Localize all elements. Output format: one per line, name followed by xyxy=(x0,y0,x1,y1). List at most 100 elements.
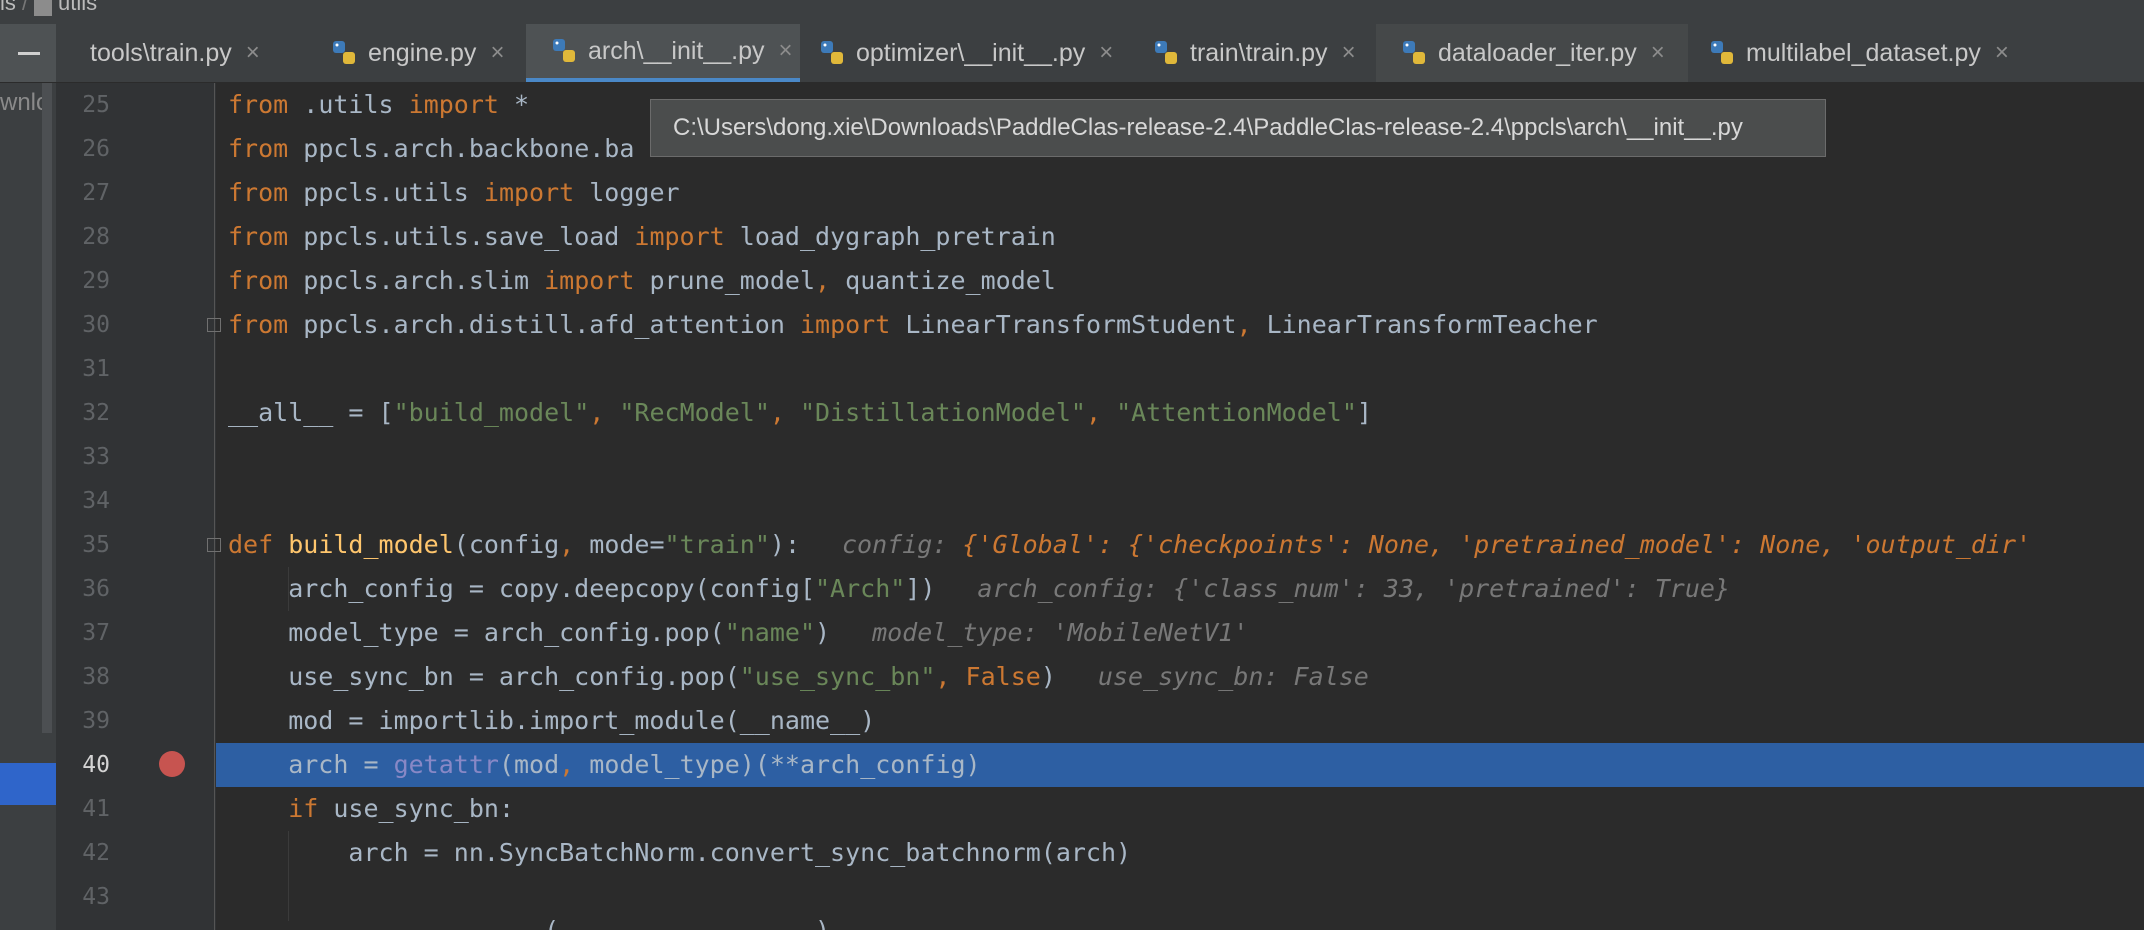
code-text: __all__ = [ xyxy=(228,398,394,427)
line-number: 31 xyxy=(82,356,110,382)
code-line-25[interactable]: from .utils import * xyxy=(228,83,529,127)
python-file-icon xyxy=(1711,41,1733,64)
keyword: import xyxy=(634,222,725,251)
collapse-panel-button[interactable] xyxy=(0,24,56,82)
close-icon[interactable]: × xyxy=(1651,39,1665,67)
keyword: from xyxy=(228,178,289,207)
editor-tab-bar: tools\train.py × engine.py × arch\__init… xyxy=(0,24,2144,83)
string: "DistillationModel" xyxy=(799,398,1086,427)
code-text: ppcls.arch.distill.afd_attention xyxy=(288,310,800,339)
code-text: quantize_model xyxy=(830,266,1056,295)
line-number: 33 xyxy=(82,444,110,470)
tab-train-train[interactable]: train\train.py × xyxy=(1128,24,1380,82)
comma: , xyxy=(1085,398,1117,427)
line-number: 39 xyxy=(82,708,110,734)
breakpoint-icon[interactable] xyxy=(159,751,185,777)
keyword: import xyxy=(544,266,635,295)
tab-engine[interactable]: engine.py × xyxy=(306,24,526,82)
tab-arch-init[interactable]: arch\__init__.py × xyxy=(526,24,800,82)
code-line-32[interactable]: __all__ = ["build_model", "RecModel", "D… xyxy=(228,391,1372,435)
code-text: arch = nn.SyncBatchNorm.convert_sync_bat… xyxy=(228,838,1132,867)
code-line-40[interactable]: arch = getattr(mod, model_type)(**arch_c… xyxy=(228,743,980,787)
line-number-current: 40 xyxy=(82,752,110,778)
inline-debug-hint-value: {'Global': {'checkpoints': None, 'pretra… xyxy=(962,530,2032,559)
close-icon[interactable]: × xyxy=(779,37,793,65)
line-number: 37 xyxy=(82,620,110,646)
code-line-27[interactable]: from ppcls.utils import logger xyxy=(228,171,680,215)
string: "train" xyxy=(664,530,770,559)
keyword: from xyxy=(228,134,289,163)
keyword: def xyxy=(228,530,274,559)
tab-multilabel-dataset[interactable]: multilabel_dataset.py × xyxy=(1684,24,2024,82)
code-line-42[interactable]: arch = nn.SyncBatchNorm.convert_sync_bat… xyxy=(228,831,1131,875)
code-text: ( ) xyxy=(228,916,830,930)
keyword: False xyxy=(965,662,1041,691)
comma: , xyxy=(815,266,831,295)
code-line-26[interactable]: from ppcls.arch.backbone.ba xyxy=(228,127,634,171)
code-text: load_dygraph_pretrain xyxy=(724,222,1056,251)
inline-debug-hint: model_type: 'MobileNetV1' xyxy=(872,618,1249,647)
code-text: arch = xyxy=(228,750,394,779)
inline-debug-hint: arch_config: {'class_num': 33, 'pretrain… xyxy=(977,574,1730,603)
keyword: import xyxy=(799,310,891,339)
python-file-icon xyxy=(821,41,843,64)
line-number: 25 xyxy=(82,92,110,118)
inline-debug-hint: use_sync_bn: False xyxy=(1097,662,1369,691)
project-panel-edge: wnlo xyxy=(0,83,56,930)
code-line-36[interactable]: arch_config = copy.deepcopy(config["Arch… xyxy=(228,567,1730,611)
code-text: * xyxy=(498,90,530,119)
line-number: 29 xyxy=(82,268,110,294)
code-line-39[interactable]: mod = importlib.import_module(__name__) xyxy=(228,699,875,743)
comma: , xyxy=(559,750,575,779)
code-text: ppcls.utils.save_load xyxy=(288,222,635,251)
keyword: from xyxy=(228,266,289,295)
breadcrumb-separator: / xyxy=(22,0,29,15)
comma: , xyxy=(935,662,951,691)
code-text: .utils xyxy=(288,90,409,119)
keyword: from xyxy=(228,222,289,251)
project-scrollbar[interactable] xyxy=(42,83,52,733)
code-text: LinearTransformTeacher xyxy=(1251,310,1598,339)
string: "RecModel" xyxy=(619,398,770,427)
code-line-30[interactable]: from ppcls.arch.distill.afd_attention im… xyxy=(228,303,1598,347)
builtin-function: getattr xyxy=(393,750,499,779)
code-line-44-partial[interactable]: ( ) xyxy=(228,909,830,930)
code-text: use_sync_bn = arch_config.pop( xyxy=(228,662,740,691)
tab-label: dataloader_iter.py xyxy=(1438,38,1637,67)
code-text: ]) xyxy=(905,574,936,603)
line-number: 38 xyxy=(82,664,110,690)
project-selected-row[interactable] xyxy=(0,763,56,805)
code-text: ) xyxy=(1040,662,1056,691)
gutter-separator xyxy=(214,83,215,930)
breadcrumb-item[interactable]: ls xyxy=(0,0,16,16)
code-text: ) xyxy=(815,618,831,647)
close-icon[interactable]: × xyxy=(1099,39,1113,67)
close-icon[interactable]: × xyxy=(1995,39,2009,67)
code-text: ): xyxy=(769,530,800,559)
line-number: 43 xyxy=(82,884,110,910)
code-line-28[interactable]: from ppcls.utils.save_load import load_d… xyxy=(228,215,1056,259)
code-line-38[interactable]: use_sync_bn = arch_config.pop("use_sync_… xyxy=(228,655,1369,699)
tab-optimizer-init[interactable]: optimizer\__init__.py × xyxy=(794,24,1132,82)
code-text: model_type = arch_config.pop( xyxy=(228,618,725,647)
breadcrumb-folder[interactable]: utils xyxy=(58,0,97,16)
code-line-35[interactable]: def build_model(config, mode="train"): co… xyxy=(228,523,2031,567)
code-line-37[interactable]: model_type = arch_config.pop("name") mode… xyxy=(228,611,1248,655)
inline-debug-hint-label: config: xyxy=(842,530,963,559)
line-number: 35 xyxy=(82,532,110,558)
minus-icon xyxy=(18,52,40,55)
tab-label: train\train.py xyxy=(1190,38,1328,67)
code-editor[interactable]: from .utils import * from ppcls.arch.bac… xyxy=(216,83,2144,930)
line-number: 36 xyxy=(82,576,110,602)
close-icon[interactable]: × xyxy=(490,39,504,67)
tab-label: multilabel_dataset.py xyxy=(1746,38,1981,67)
code-text: arch_config = copy.deepcopy(config[ xyxy=(228,574,815,603)
code-text: ppcls.arch.slim xyxy=(288,266,545,295)
code-line-29[interactable]: from ppcls.arch.slim import prune_model,… xyxy=(228,259,1056,303)
close-icon[interactable]: × xyxy=(246,39,260,67)
tab-tools-train[interactable]: tools\train.py × xyxy=(56,24,260,82)
tab-dataloader-iter[interactable]: dataloader_iter.py × xyxy=(1376,24,1688,82)
close-icon[interactable]: × xyxy=(1342,39,1356,67)
code-line-41[interactable]: if use_sync_bn: xyxy=(228,787,514,831)
